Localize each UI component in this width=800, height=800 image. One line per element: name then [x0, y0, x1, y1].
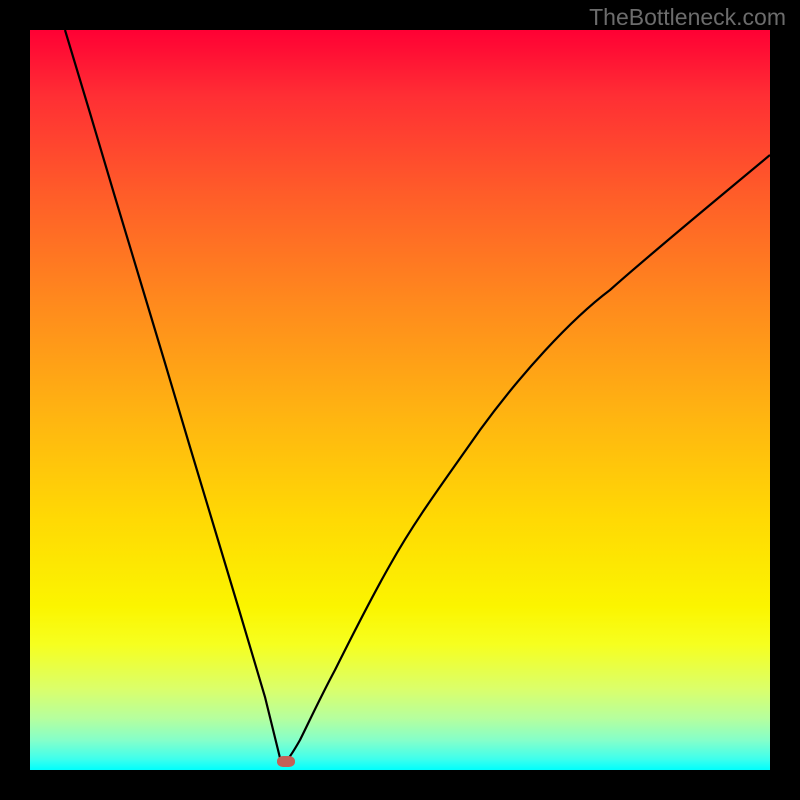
min-marker — [277, 756, 295, 767]
chart-container: TheBottleneck.com — [0, 0, 800, 800]
plot-area — [30, 30, 770, 770]
watermark-text: TheBottleneck.com — [589, 4, 786, 31]
curve-svg — [30, 30, 770, 770]
bottleneck-curve — [65, 30, 770, 762]
